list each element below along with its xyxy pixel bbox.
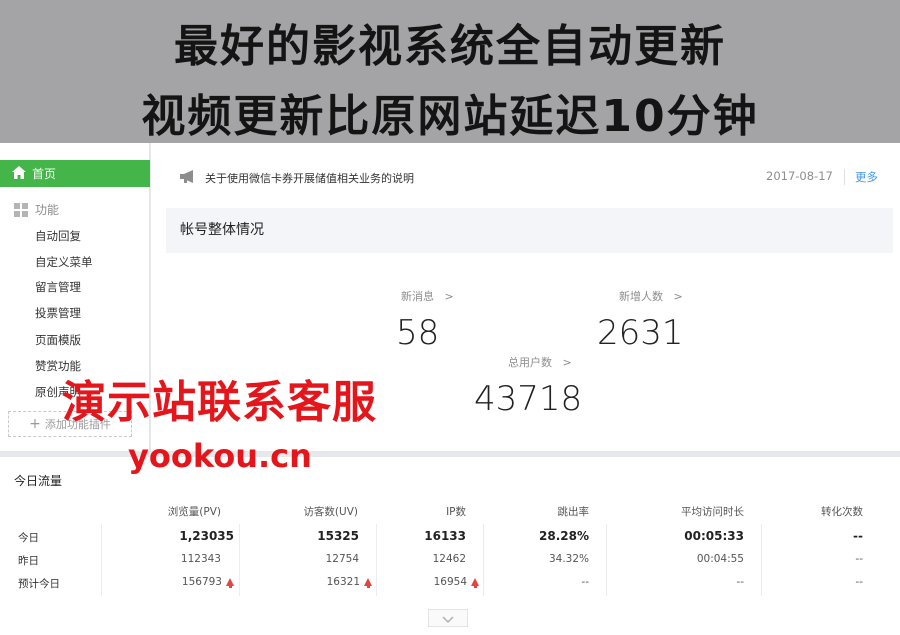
sidebar-item-custom-menu[interactable]: 自定义菜单 (35, 254, 93, 270)
sidebar-item-comments[interactable]: 留言管理 (35, 279, 81, 295)
table-cell: -- (853, 529, 863, 543)
notice-link[interactable]: 关于使用微信卡券开展储值相关业务的说明 (205, 170, 414, 186)
table-cell: 12462 (432, 553, 466, 565)
divider (606, 524, 607, 596)
arrow-up-icon (226, 578, 234, 588)
table-cell: 1,23035 (179, 529, 234, 543)
table-cell: 28.28% (539, 529, 589, 543)
metric-label: 总用户数 (508, 356, 552, 369)
megaphone-icon (179, 170, 197, 186)
section-title: 帐号整体情况 (166, 208, 893, 253)
notice-date: 2017-08-17 (766, 169, 833, 183)
cell-value: 16954 (433, 576, 467, 588)
promo-banner: 最好的影视系统全自动更新 视频更新比原网站延迟10分钟 (0, 0, 900, 143)
table-cell: -- (855, 576, 863, 588)
traffic-table: 浏览量(PV) 访客数(UV) IP数 跳出率 平均访问时长 转化次数 今日 1… (0, 457, 900, 635)
metric-label: 新增人数 (619, 290, 663, 303)
traffic-panel: 今日流量 浏览量(PV) 访客数(UV) IP数 跳出率 平均访问时长 转化次数… (0, 457, 900, 635)
column-header: 浏览量(PV) (167, 506, 221, 518)
metric-total-users-link[interactable]: 总用户数 > (508, 354, 572, 370)
metric-new-messages-value: 58 (396, 313, 440, 353)
table-cell: 156793 (182, 576, 234, 588)
table-cell: 34.32% (548, 553, 589, 565)
table-cell: -- (855, 553, 863, 565)
cell-value: 156793 (181, 576, 222, 588)
sidebar-item-page-templates[interactable]: 页面模版 (35, 332, 81, 348)
sidebar-item-home[interactable]: 首页 (0, 160, 150, 187)
table-cell: 12754 (325, 553, 359, 565)
divider (761, 524, 762, 596)
metric-new-followers-link[interactable]: 新增人数 > (619, 288, 683, 304)
divider (844, 169, 845, 185)
sidebar-item-auto-reply[interactable]: 自动回复 (35, 228, 81, 244)
divider (376, 524, 377, 596)
banner-headline-2: 视频更新比原网站延迟10分钟 (141, 91, 759, 142)
row-label: 昨日 (18, 555, 39, 567)
sidebar-item-label: 首页 (32, 167, 57, 181)
home-icon (12, 165, 32, 182)
divider (101, 524, 102, 596)
column-header: 转化次数 (821, 506, 863, 518)
expand-button[interactable] (428, 609, 468, 627)
metric-label: 新消息 (401, 290, 434, 303)
grid-icon (14, 202, 28, 217)
banner-headline-1: 最好的影视系统全自动更新 (174, 21, 726, 72)
table-cell: 15325 (317, 529, 359, 543)
more-link[interactable]: 更多 (855, 169, 878, 185)
chevron-right-icon: > (437, 290, 454, 303)
row-label: 预计今日 (18, 578, 60, 590)
column-header: IP数 (446, 506, 466, 518)
table-cell: 16133 (424, 529, 466, 543)
row-label: 今日 (18, 532, 39, 544)
watermark-contact-text: 演示站联系客服 (62, 377, 377, 428)
table-cell: 00:04:55 (696, 553, 744, 565)
chevron-right-icon: > (555, 356, 572, 369)
metric-total-users-value: 43718 (474, 379, 583, 419)
notice-bar: 关于使用微信卡券开展储值相关业务的说明 2017-08-17 更多 (179, 168, 884, 186)
column-header: 平均访问时长 (681, 506, 744, 518)
chevron-down-icon (442, 609, 454, 628)
sidebar-section-features: 功能 (14, 201, 59, 218)
arrow-up-icon (364, 578, 372, 588)
divider (239, 524, 240, 596)
table-cell: -- (581, 576, 589, 588)
divider (483, 524, 484, 596)
table-cell: 00:05:33 (684, 529, 744, 543)
arrow-up-icon (471, 578, 479, 588)
sidebar-item-votes[interactable]: 投票管理 (35, 305, 81, 321)
metric-new-messages-link[interactable]: 新消息 > (401, 288, 454, 304)
cell-value: 16321 (326, 576, 360, 588)
column-header: 跳出率 (557, 506, 590, 518)
table-cell: -- (736, 576, 744, 588)
metric-new-followers-value: 2631 (597, 313, 684, 353)
column-header: 访客数(UV) (303, 506, 358, 518)
table-cell: 16954 (434, 576, 479, 588)
chevron-right-icon: > (666, 290, 683, 303)
sidebar-section-label: 功能 (35, 203, 60, 217)
table-cell: 16321 (327, 576, 372, 588)
watermark-url-text: yookou.cn (128, 437, 312, 475)
plus-icon: + (29, 416, 41, 432)
table-cell: 112343 (180, 553, 221, 565)
